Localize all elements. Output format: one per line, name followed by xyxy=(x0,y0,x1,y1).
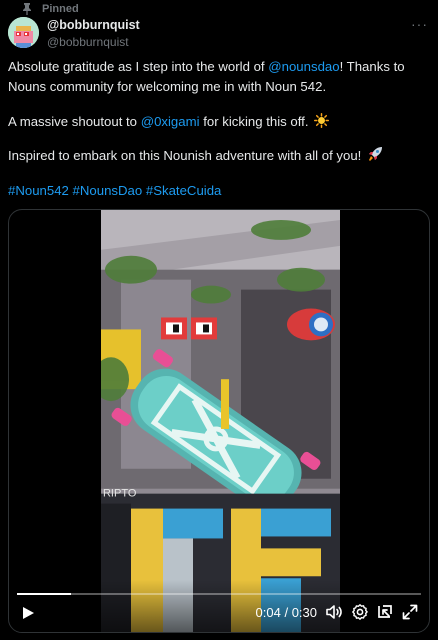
author-block: @bobburnquist @bobburnquist xyxy=(47,17,140,50)
user-handle[interactable]: @bobburnquist xyxy=(47,34,140,50)
hashtag-link[interactable]: #SkateCuida xyxy=(146,183,222,198)
more-icon[interactable]: ··· xyxy=(411,16,428,32)
pinned-label: Pinned xyxy=(42,3,79,15)
pinned-indicator: Pinned xyxy=(22,2,79,16)
pin-icon xyxy=(23,3,31,15)
tweet-text: A massive shoutout to xyxy=(8,114,141,129)
mention-link[interactable]: @0xigami xyxy=(141,114,200,129)
fullscreen-icon[interactable] xyxy=(401,603,419,621)
settings-icon[interactable] xyxy=(351,603,369,621)
picture-in-picture-icon[interactable] xyxy=(376,603,394,621)
video-time: 0:04 / 0:30 xyxy=(256,605,317,620)
current-time: 0:04 xyxy=(255,605,281,620)
progress-fill xyxy=(17,593,71,595)
play-icon[interactable] xyxy=(21,606,35,620)
rocket-emoji xyxy=(369,147,382,161)
tweet-text: for kicking this off. xyxy=(199,114,309,129)
tweet-text: Absolute gratitude as I step into the wo… xyxy=(8,59,269,74)
display-name[interactable]: @bobburnquist xyxy=(47,17,140,33)
hashtag-link[interactable]: #NounsDao xyxy=(73,183,143,198)
volume-icon[interactable] xyxy=(325,603,343,621)
hashtag-row: #Noun542 #NounsDao #SkateCuida xyxy=(8,181,428,201)
tweet-paragraph-1: Absolute gratitude as I step into the wo… xyxy=(8,57,428,97)
video-player[interactable]: RIPTO 0:04 / 0:30 xyxy=(8,209,430,633)
sun-emoji xyxy=(314,113,330,128)
avatar[interactable] xyxy=(8,17,39,48)
time-separator: / xyxy=(280,605,292,620)
video-controls: 0:04 / 0:30 xyxy=(9,580,429,632)
avatar-image xyxy=(8,17,39,48)
tweet-paragraph-2: A massive shoutout to @0xigami for kicki… xyxy=(8,112,428,132)
tweet-text: Inspired to embark on this Nounish adven… xyxy=(8,148,362,163)
duration: 0:30 xyxy=(291,605,317,620)
video-overlay-text: RIPTO xyxy=(103,488,136,500)
mention-link[interactable]: @nounsdao xyxy=(268,59,339,74)
tweet-paragraph-3: Inspired to embark on this Nounish adven… xyxy=(8,146,428,166)
progress-bar[interactable] xyxy=(17,593,421,595)
hashtag-link[interactable]: #Noun542 xyxy=(8,183,69,198)
video-frame[interactable]: RIPTO xyxy=(101,210,340,632)
